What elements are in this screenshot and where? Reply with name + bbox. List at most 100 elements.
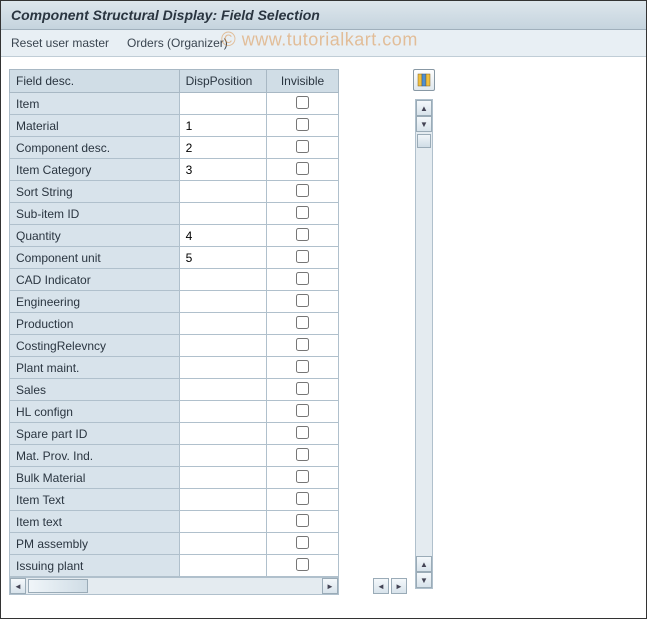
vertical-scrollbar[interactable]: ▲ ▼ ▲ ▼ xyxy=(415,99,433,589)
disp-position-cell[interactable] xyxy=(179,181,266,203)
disp-position-cell[interactable]: 3 xyxy=(179,159,266,181)
col-header-disp-position[interactable]: DispPosition xyxy=(179,70,266,93)
field-label-cell[interactable]: Sub-item ID xyxy=(10,203,180,225)
scroll-left-icon[interactable]: ◄ xyxy=(10,578,26,594)
disp-position-cell[interactable]: 5 xyxy=(179,247,266,269)
invisible-cell xyxy=(267,93,339,115)
invisible-checkbox[interactable] xyxy=(296,404,309,417)
disp-position-cell[interactable]: 4 xyxy=(179,225,266,247)
disp-position-cell[interactable] xyxy=(179,335,266,357)
invisible-checkbox[interactable] xyxy=(296,228,309,241)
disp-position-cell[interactable] xyxy=(179,511,266,533)
table-settings-button[interactable] xyxy=(413,69,435,91)
disp-position-cell[interactable]: 1 xyxy=(179,115,266,137)
horizontal-scrollbar[interactable]: ◄ ► xyxy=(9,577,339,595)
invisible-cell xyxy=(267,225,339,247)
scroll-down-icon[interactable]: ▼ xyxy=(416,116,432,132)
nav-prev-icon[interactable]: ◄ xyxy=(373,578,389,594)
field-label-cell[interactable]: PM assembly xyxy=(10,533,180,555)
invisible-cell xyxy=(267,269,339,291)
disp-position-cell[interactable] xyxy=(179,203,266,225)
field-label-cell[interactable]: Plant maint. xyxy=(10,357,180,379)
table-row: Item Category3 xyxy=(10,159,339,181)
invisible-checkbox[interactable] xyxy=(296,514,309,527)
reset-user-master-button[interactable]: Reset user master xyxy=(11,36,109,50)
table-row: Item text xyxy=(10,511,339,533)
scroll-up-icon[interactable]: ▲ xyxy=(416,100,432,116)
col-header-invisible[interactable]: Invisible xyxy=(267,70,339,93)
invisible-checkbox[interactable] xyxy=(296,558,309,571)
table-row: Issuing plant xyxy=(10,555,339,577)
field-label-cell[interactable]: Quantity xyxy=(10,225,180,247)
disp-position-cell[interactable] xyxy=(179,555,266,577)
disp-position-cell[interactable] xyxy=(179,423,266,445)
invisible-checkbox[interactable] xyxy=(296,338,309,351)
orders-organizer-button[interactable]: Orders (Organizer) xyxy=(127,36,228,50)
field-label-cell[interactable]: HL confign xyxy=(10,401,180,423)
table-row: Spare part ID xyxy=(10,423,339,445)
invisible-cell xyxy=(267,379,339,401)
field-label-cell[interactable]: Component unit xyxy=(10,247,180,269)
disp-position-cell[interactable] xyxy=(179,401,266,423)
hscroll-thumb[interactable] xyxy=(28,579,88,593)
invisible-checkbox[interactable] xyxy=(296,162,309,175)
table-row: Item Text xyxy=(10,489,339,511)
disp-position-cell[interactable] xyxy=(179,445,266,467)
invisible-checkbox[interactable] xyxy=(296,382,309,395)
invisible-checkbox[interactable] xyxy=(296,470,309,483)
invisible-checkbox[interactable] xyxy=(296,426,309,439)
field-label-cell[interactable]: Item Category xyxy=(10,159,180,181)
invisible-cell xyxy=(267,401,339,423)
nav-next-icon[interactable]: ► xyxy=(391,578,407,594)
field-label-cell[interactable]: Item text xyxy=(10,511,180,533)
field-label-cell[interactable]: CostingRelevncy xyxy=(10,335,180,357)
disp-position-cell[interactable] xyxy=(179,313,266,335)
disp-position-cell[interactable] xyxy=(179,533,266,555)
field-label-cell[interactable]: Material xyxy=(10,115,180,137)
disp-position-cell[interactable] xyxy=(179,93,266,115)
disp-position-cell[interactable] xyxy=(179,357,266,379)
hscroll-track[interactable] xyxy=(26,578,322,594)
invisible-checkbox[interactable] xyxy=(296,492,309,505)
scroll-down-bottom-icon[interactable]: ▼ xyxy=(416,572,432,588)
vscroll-thumb[interactable] xyxy=(417,134,431,148)
field-label-cell[interactable]: Production xyxy=(10,313,180,335)
field-label-cell[interactable]: CAD Indicator xyxy=(10,269,180,291)
invisible-checkbox[interactable] xyxy=(296,294,309,307)
disp-position-cell[interactable] xyxy=(179,467,266,489)
field-label-cell[interactable]: Item Text xyxy=(10,489,180,511)
invisible-checkbox[interactable] xyxy=(296,250,309,263)
disp-position-cell[interactable] xyxy=(179,269,266,291)
field-label-cell[interactable]: Item xyxy=(10,93,180,115)
field-label-cell[interactable]: Sort String xyxy=(10,181,180,203)
invisible-checkbox[interactable] xyxy=(296,140,309,153)
invisible-checkbox[interactable] xyxy=(296,184,309,197)
field-label-cell[interactable]: Mat. Prov. Ind. xyxy=(10,445,180,467)
invisible-checkbox[interactable] xyxy=(296,206,309,219)
field-label-cell[interactable]: Sales xyxy=(10,379,180,401)
col-header-field-desc[interactable]: Field desc. xyxy=(10,70,180,93)
field-label-cell[interactable]: Spare part ID xyxy=(10,423,180,445)
table-row: Engineering xyxy=(10,291,339,313)
invisible-checkbox[interactable] xyxy=(296,448,309,461)
field-label-cell[interactable]: Bulk Material xyxy=(10,467,180,489)
field-label-cell[interactable]: Engineering xyxy=(10,291,180,313)
disp-position-cell[interactable] xyxy=(179,379,266,401)
invisible-checkbox[interactable] xyxy=(296,272,309,285)
invisible-cell xyxy=(267,423,339,445)
field-label-cell[interactable]: Issuing plant xyxy=(10,555,180,577)
invisible-checkbox[interactable] xyxy=(296,118,309,131)
table-row: Component unit5 xyxy=(10,247,339,269)
scroll-right-icon[interactable]: ► xyxy=(322,578,338,594)
field-label-cell[interactable]: Component desc. xyxy=(10,137,180,159)
invisible-checkbox[interactable] xyxy=(296,360,309,373)
invisible-cell xyxy=(267,181,339,203)
invisible-checkbox[interactable] xyxy=(296,96,309,109)
disp-position-cell[interactable] xyxy=(179,489,266,511)
scroll-up-bottom-icon[interactable]: ▲ xyxy=(416,556,432,572)
invisible-checkbox[interactable] xyxy=(296,536,309,549)
invisible-checkbox[interactable] xyxy=(296,316,309,329)
disp-position-cell[interactable] xyxy=(179,291,266,313)
vscroll-track[interactable] xyxy=(416,132,432,556)
disp-position-cell[interactable]: 2 xyxy=(179,137,266,159)
